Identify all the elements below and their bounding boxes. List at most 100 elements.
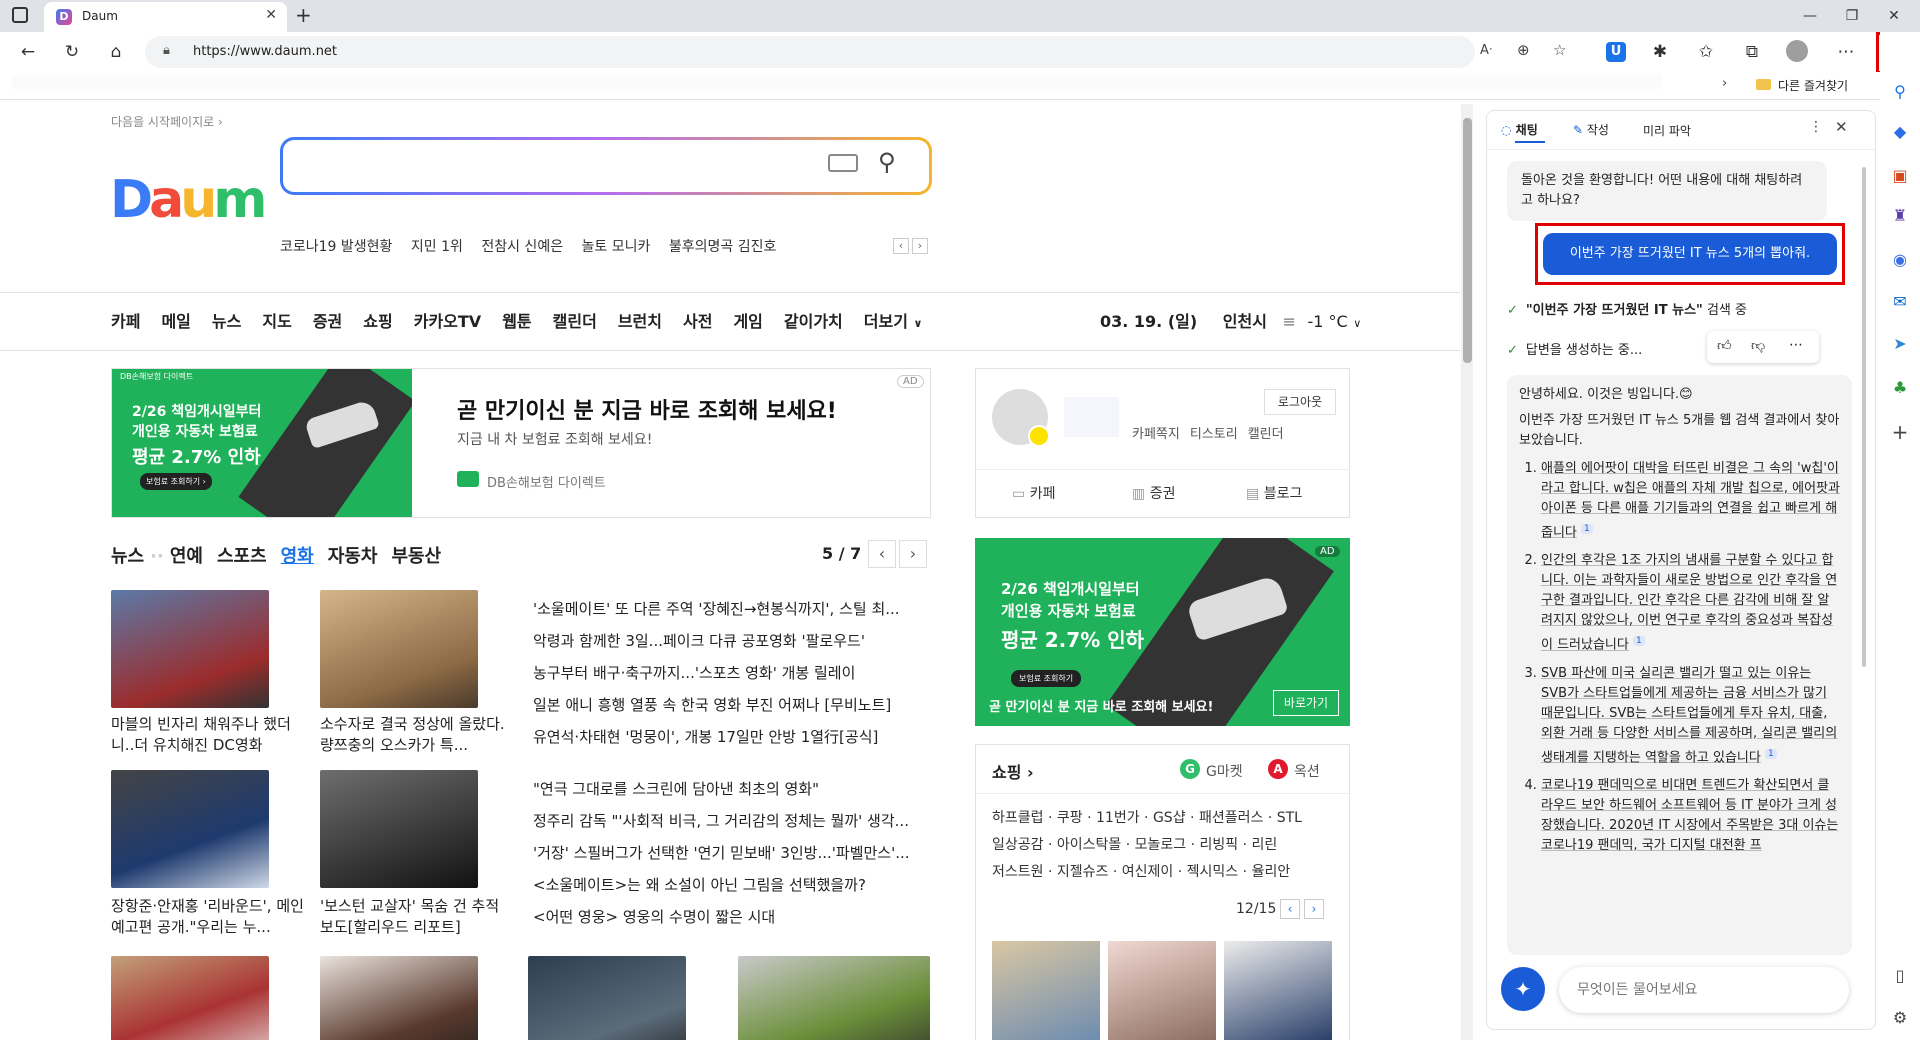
product-thumbnail[interactable] (1108, 941, 1216, 1040)
nav-cafe[interactable]: 카페 (111, 312, 140, 331)
minimize-button[interactable]: — (1790, 4, 1830, 28)
shop-link[interactable]: 리빙픽 (1200, 837, 1239, 853)
settings-gear-icon[interactable]: ⚙ (1880, 1002, 1920, 1034)
shop-link[interactable]: 젝시믹스 (1187, 864, 1239, 880)
search-box[interactable]: ⚲ (280, 137, 932, 195)
news-headline[interactable]: 유연석·차태현 '멍뭉이', 개봉 17일만 안방 1열行[공식] (533, 726, 928, 747)
zoom-icon[interactable]: ⊕ (1517, 41, 1530, 59)
news-thumbnail[interactable] (111, 590, 269, 708)
collections-icon[interactable]: ⧉ (1738, 40, 1766, 64)
browser-tab[interactable]: D Daum ✕ (44, 2, 287, 32)
shop-link[interactable]: 패션플러스 (1199, 810, 1263, 826)
nav-shopping[interactable]: 쇼핑 (363, 312, 392, 331)
quick-stock[interactable]: ▥ 증권 (1132, 483, 1175, 503)
close-window-button[interactable]: ✕ (1874, 4, 1914, 28)
extensions-icon[interactable]: ✱ (1646, 40, 1674, 64)
nav-game[interactable]: 게임 (733, 312, 762, 331)
back-icon[interactable]: ← (14, 40, 42, 64)
shop-link[interactable]: 리린 (1252, 837, 1278, 853)
news-headline[interactable]: "연극 그대로를 스크린에 담아낸 최초의 영화" (533, 778, 928, 799)
weather-widget[interactable]: 03. 19. (일) 인천시 ≡ -1 °C ∨ (1100, 308, 1361, 332)
news-thumbnail[interactable] (111, 770, 269, 888)
new-topic-button[interactable]: ✦ (1501, 967, 1545, 1011)
profile-link[interactable]: 캘린더 (1248, 427, 1284, 442)
shopping-title[interactable]: 쇼핑 › (992, 759, 1034, 783)
favorites-icon[interactable]: ✩ (1692, 40, 1720, 64)
citation-badge[interactable]: 1 (1633, 636, 1645, 647)
shop-prev-button[interactable]: ‹ (1280, 899, 1300, 919)
side-ad[interactable]: AD 2/26 책임개시일부터 개인용 자동차 보험료 평균 2.7% 인하 보… (975, 538, 1350, 726)
answer-item-text[interactable]: SVB 파산에 미국 실리콘 밸리가 떨고 있는 이유는 SVB가 스타트업들에… (1541, 666, 1837, 765)
tools-icon[interactable]: ▣ (1880, 160, 1920, 192)
add-icon[interactable]: + (1880, 416, 1920, 448)
news-thumbnail[interactable] (320, 590, 478, 708)
nav-calendar[interactable]: 캘린더 (553, 312, 597, 331)
search-icon[interactable]: ⚲ (1880, 76, 1920, 108)
daum-logo[interactable]: Daum (110, 170, 267, 230)
refresh-icon[interactable]: ↻ (58, 40, 86, 64)
tab-movie[interactable]: 영화 (281, 546, 314, 567)
news-caption[interactable]: 장항준·안재홍 '리바운드', 메인 예고편 공개."우리는 누... (111, 896, 306, 938)
trending-prev-button[interactable]: ‹ (893, 238, 909, 254)
logout-button[interactable]: 로그아웃 (1264, 389, 1336, 415)
shopping-tag-icon[interactable]: ◆ (1880, 116, 1920, 148)
shop-link[interactable]: 일상공감 (992, 837, 1044, 853)
nav-news[interactable]: 뉴스 (212, 312, 241, 331)
auction-link[interactable]: 옥션 (1294, 761, 1320, 781)
news-thumbnail[interactable] (738, 956, 930, 1040)
trending-item[interactable]: 코로나19 발생현황 (280, 239, 392, 255)
quick-blog[interactable]: ▤ 블로그 (1246, 483, 1302, 503)
nav-together[interactable]: 같이가치 (784, 312, 843, 331)
more-menu-icon[interactable]: ⋯ (1832, 40, 1860, 64)
shop-link[interactable]: 지젤슈즈 (1057, 864, 1109, 880)
nav-map[interactable]: 지도 (262, 312, 291, 331)
nav-more[interactable]: 더보기 ∨ (864, 312, 923, 331)
search-icon[interactable]: ⚲ (878, 148, 896, 176)
add-favorite-icon[interactable]: ☆ (1553, 41, 1566, 59)
chat-scrollbar[interactable] (1862, 167, 1866, 667)
news-caption[interactable]: '보스턴 교살자' 목숨 건 추적 보도[할리우드 리포트] (320, 896, 515, 938)
shop-link[interactable]: 아이스탁몰 (1057, 837, 1121, 853)
favbar-chevron-icon[interactable]: › (1722, 76, 1727, 91)
tab-entertainment[interactable]: 연예 (170, 546, 203, 567)
nav-kakaotv[interactable]: 카카오TV (414, 312, 481, 331)
extension-u-icon[interactable]: U (1606, 42, 1626, 62)
citation-badge[interactable]: 1 (1581, 524, 1593, 534)
read-aloud-icon[interactable]: Aᐧ (1480, 43, 1492, 58)
product-thumbnail[interactable] (992, 941, 1100, 1040)
insights-tab[interactable]: 미리 파악 (1643, 122, 1691, 139)
news-thumbnail[interactable] (111, 956, 269, 1040)
profile-avatar-icon[interactable] (1786, 40, 1808, 62)
profile-link[interactable]: 티스토리 (1190, 427, 1238, 442)
more-options-icon[interactable]: ⋯ (1789, 337, 1803, 353)
trending-item[interactable]: 지민 1위 (411, 239, 463, 255)
news-next-button[interactable]: › (899, 540, 927, 568)
profile-link[interactable]: 카페쪽지 (1132, 427, 1180, 442)
address-bar[interactable]: 🔒︎ https://www.daum.net Aᐧ ⊕ ☆ (145, 36, 1566, 68)
thumbs-down-icon[interactable]: 👎︎ (1751, 337, 1765, 354)
nav-mail[interactable]: 메일 (161, 312, 190, 331)
tree-icon[interactable]: ♣ (1880, 372, 1920, 404)
gmarket-link[interactable]: G마켓 (1206, 761, 1243, 781)
thumbs-up-icon[interactable]: 👍︎ (1717, 337, 1732, 354)
shop-link[interactable]: 율리안 (1252, 864, 1291, 880)
split-screen-icon[interactable]: ▯ (1880, 960, 1920, 992)
games-icon[interactable]: ♜ (1880, 200, 1920, 232)
trending-item[interactable]: 전참시 신예은 (481, 239, 563, 255)
microsoft-365-icon[interactable]: ◉ (1880, 244, 1920, 276)
trending-item[interactable]: 놀토 모니카 (582, 239, 651, 255)
trending-next-button[interactable]: › (912, 238, 928, 254)
nav-webtoon[interactable]: 웹툰 (502, 312, 531, 331)
chat-input[interactable] (1559, 967, 1849, 1013)
tab-sports[interactable]: 스포츠 (217, 546, 267, 567)
tab-car[interactable]: 자동차 (328, 546, 378, 567)
shop-link[interactable]: 하프클럽 (992, 810, 1044, 826)
keyboard-icon[interactable] (828, 154, 858, 172)
chat-tab[interactable]: ◌ 채팅 (1501, 121, 1538, 138)
shop-next-button[interactable]: › (1304, 899, 1324, 919)
shop-link[interactable]: GS샵 (1153, 810, 1186, 826)
shop-link[interactable]: 저스트원 (992, 864, 1044, 880)
shop-link[interactable]: 11번가 (1096, 810, 1140, 826)
tab-actions-icon[interactable] (12, 7, 28, 23)
close-tab-icon[interactable]: ✕ (265, 7, 277, 23)
